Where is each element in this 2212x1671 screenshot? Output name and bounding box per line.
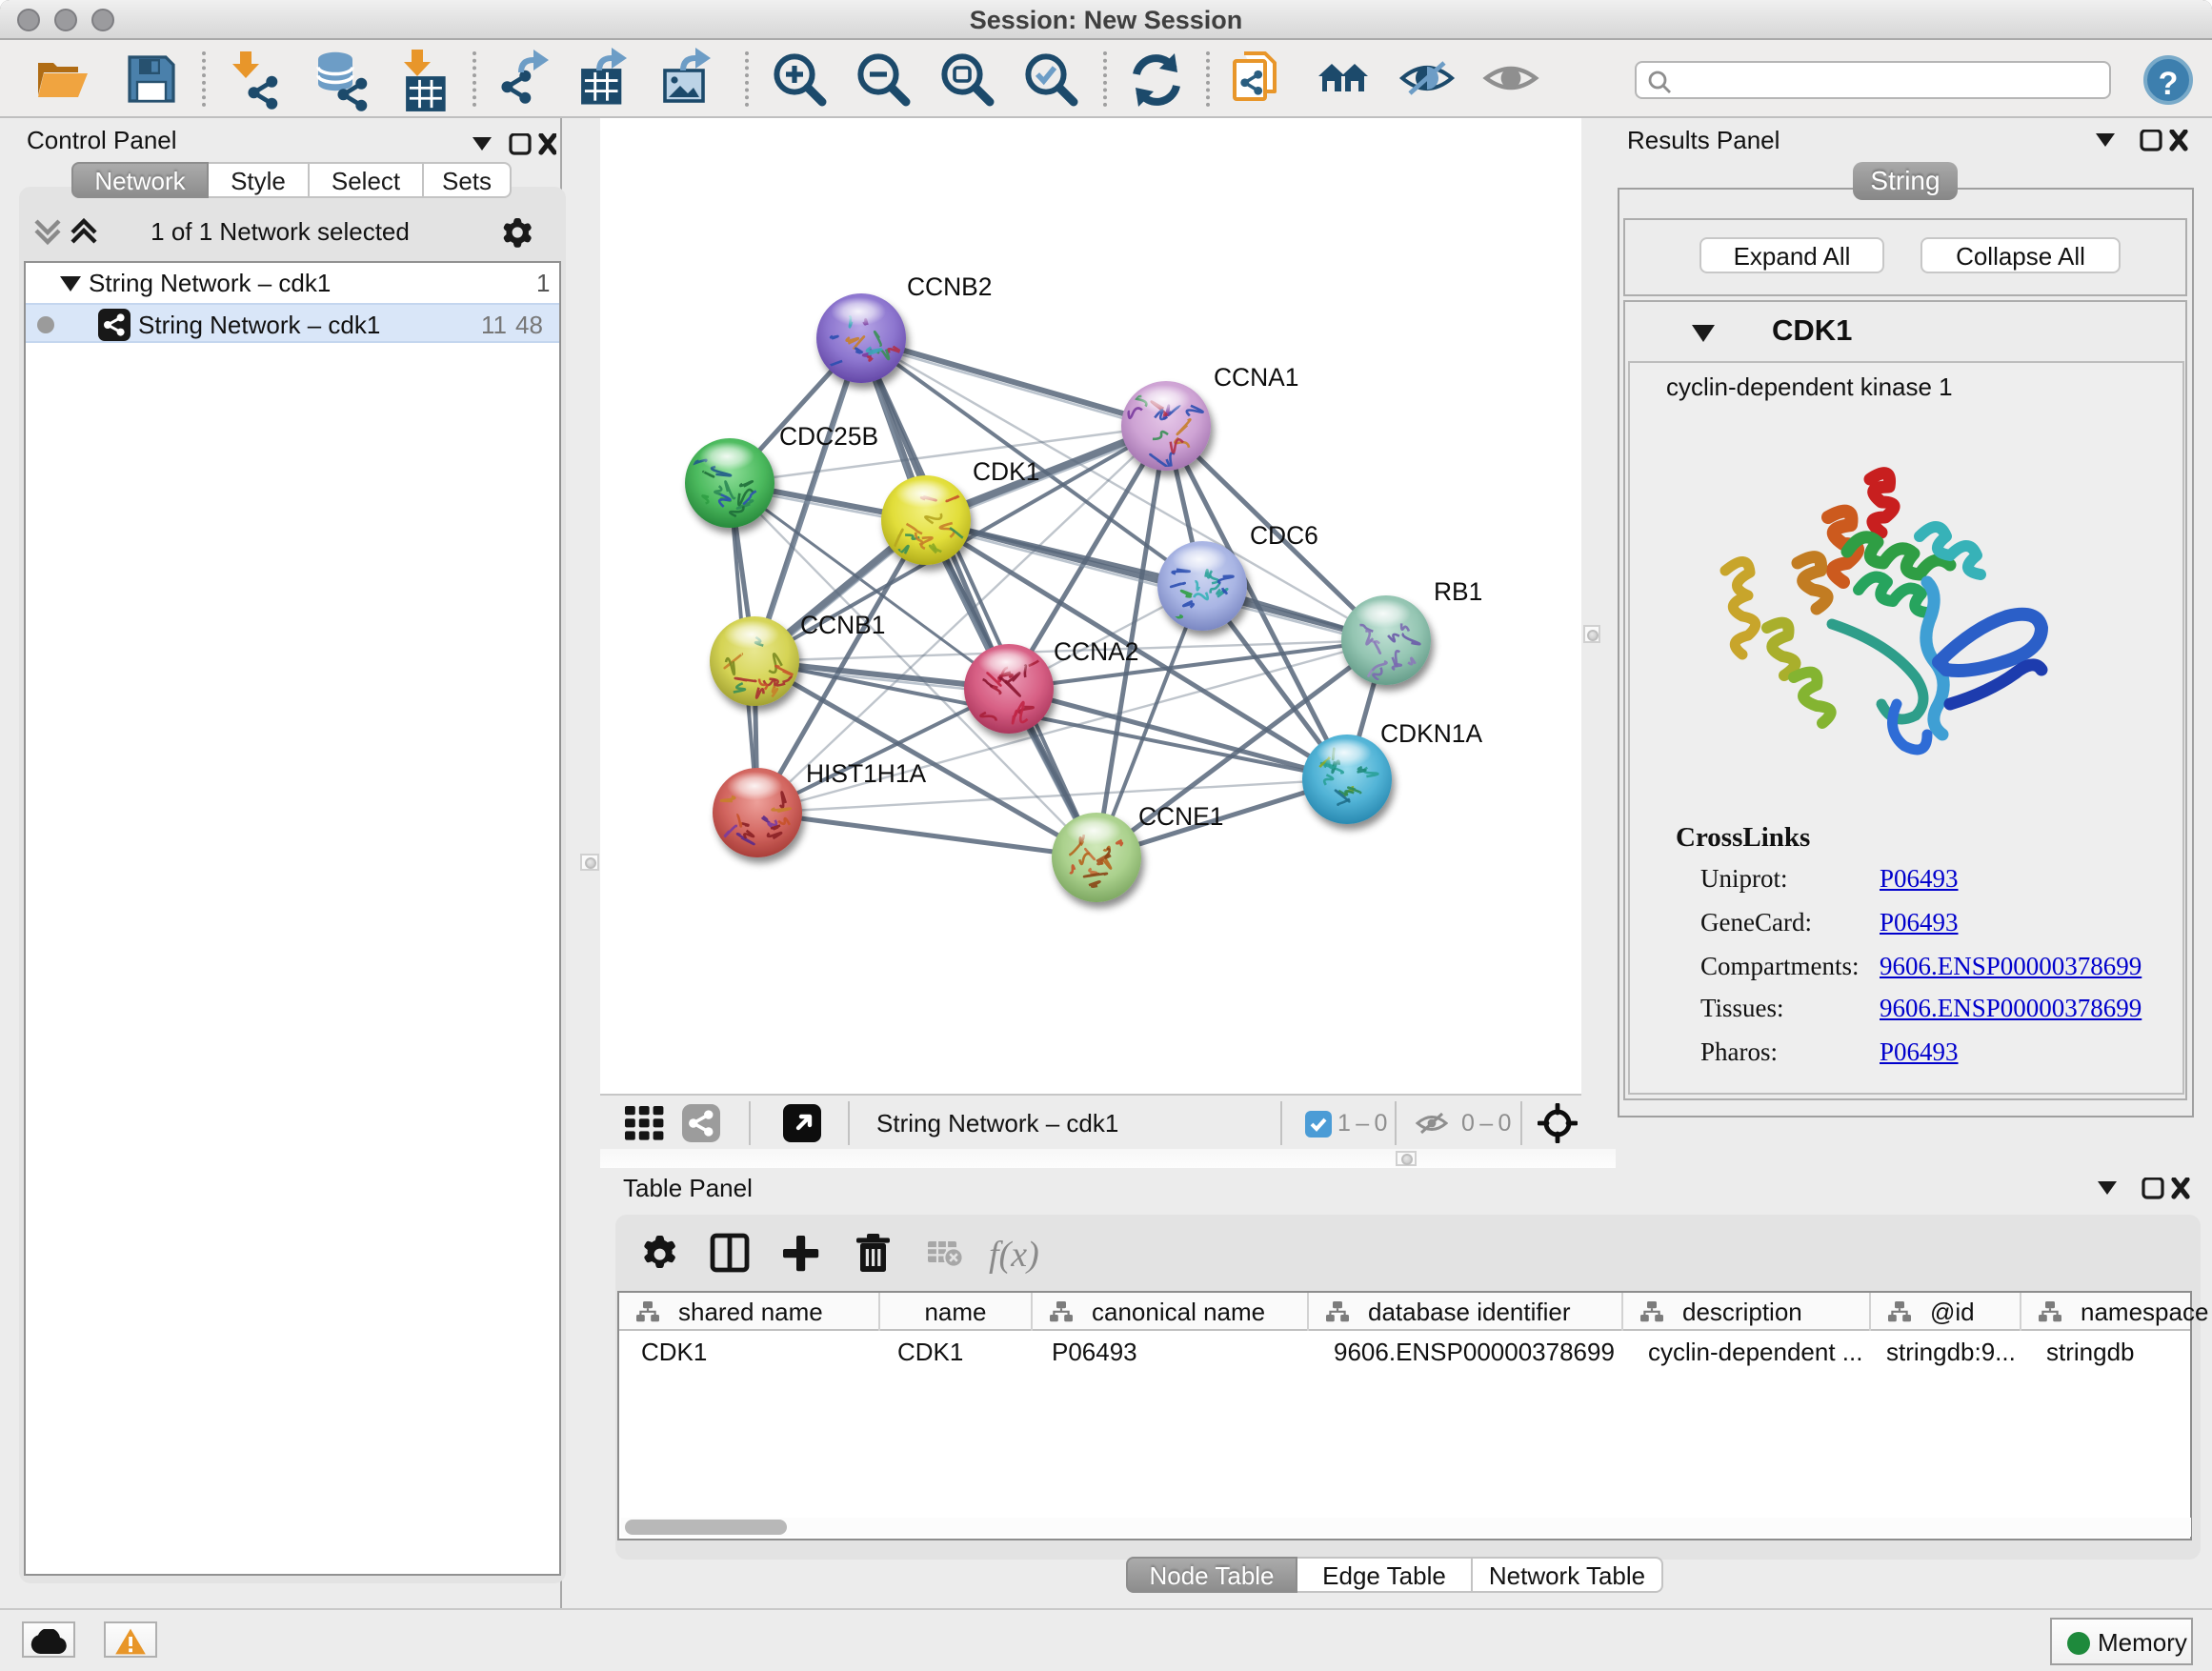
svg-text:CCNA2: CCNA2	[1054, 637, 1138, 666]
svg-text:CCNA1: CCNA1	[1214, 363, 1298, 392]
svg-text:f(x): f(x)	[989, 1235, 1039, 1275]
svg-text:CCNE1: CCNE1	[1138, 802, 1223, 831]
svg-text:CDKN1A: CDKN1A	[1380, 719, 1482, 748]
svg-text:CCNB1: CCNB1	[800, 611, 885, 639]
svg-text:CDK1: CDK1	[973, 457, 1039, 486]
svg-text:CDC6: CDC6	[1250, 521, 1318, 550]
svg-text:CDC25B: CDC25B	[779, 422, 878, 451]
svg-text:HIST1H1A: HIST1H1A	[806, 759, 927, 788]
svg-text:RB1: RB1	[1434, 577, 1482, 606]
svg-text:CCNB2: CCNB2	[907, 272, 992, 301]
